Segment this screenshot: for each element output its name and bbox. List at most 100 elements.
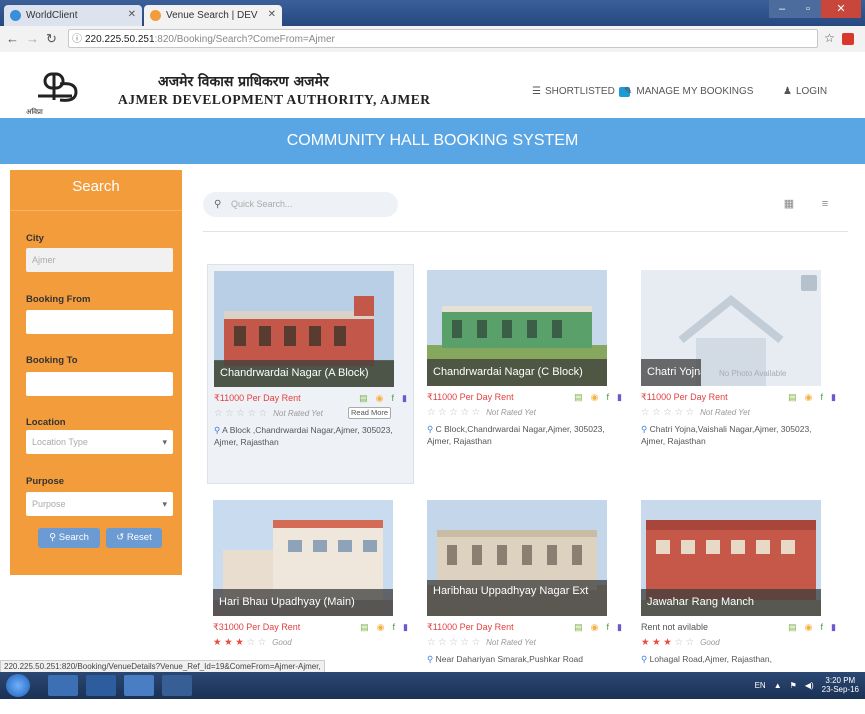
location-select[interactable]: Location Type [26,430,173,454]
ie-icon[interactable] [48,675,78,696]
bookmark-icon[interactable]: ▮ [617,392,622,403]
facebook-icon[interactable]: f [821,392,824,403]
rent-text: Rent not avilable [641,622,709,632]
read-more-tooltip: Read More [348,407,392,419]
venue-actions: ▤ ◉ f ▮ [788,392,836,403]
venue-name[interactable]: Chandrwardai Nagar (C Block) [427,359,607,386]
volume-icon[interactable]: ◀) [805,681,814,690]
system-tray: EN ▲ ⚑ ◀) 3:20 PM 23-Sep-16 [755,676,859,694]
explorer-icon[interactable] [86,675,116,696]
venue-address: ⚲ Chatri Yojna,Vaishali Nagar,Ajmer, 305… [641,423,836,447]
rent-text: ₹11000 Per Day Rent [214,393,301,403]
venue-photo[interactable]: No Photo Available Chatri Yojna [641,270,821,386]
venue-rating: ☆ ☆ ☆ ☆ ☆ Not Rated Yet [641,407,750,418]
booking-to-field[interactable] [26,372,173,396]
language-indicator[interactable]: EN [755,681,766,690]
grid-view-icon[interactable]: ▦ [778,194,800,214]
venue-name[interactable]: Hari Bhau Upadhyay (Main) [213,589,393,616]
venue-address: ⚲ Lohagal Road,Ajmer, Rajasthan, [641,653,836,665]
extension-icon[interactable] [842,33,854,45]
clock-date: 23-Sep-16 [821,685,859,694]
close-icon[interactable]: ✕ [128,9,136,20]
facebook-icon[interactable]: f [393,622,396,633]
shortlisted-link[interactable]: ☰ SHORTLISTED [532,86,630,97]
view-icon[interactable]: ◉ [377,622,385,633]
facebook-icon[interactable]: f [607,622,610,633]
venue-photo[interactable]: Chandrwardai Nagar (C Block) [427,270,607,386]
start-icon[interactable] [6,674,30,697]
view-icon[interactable]: ◉ [805,622,813,633]
city-field[interactable]: Ajmer [26,248,173,272]
forward-icon[interactable]: → [26,31,39,46]
venue-photo[interactable]: Hari Bhau Upadhyay (Main) [213,500,393,616]
minimize-icon[interactable]: ‒ [769,0,795,18]
bookmark-icon[interactable]: ▮ [617,622,622,633]
quick-search-placeholder: Quick Search... [231,199,293,209]
tab-worldclient[interactable]: WorldClient ✕ [4,5,142,26]
venue-photo[interactable]: Jawahar Rang Manch [641,500,821,616]
logo-caption: अविप्रा [26,109,43,116]
calendar-icon[interactable]: ▤ [788,622,797,633]
app-icon[interactable] [162,675,192,696]
calendar-icon[interactable]: ▤ [359,393,368,404]
venue-actions: ▤ ◉ f ▮ [574,622,622,633]
rent-text: ₹31000 Per Day Rent [213,622,301,632]
url-input[interactable]: ⓘ 220.225.50.251:820/Booking/Search?Come… [68,29,818,48]
bookmark-icon[interactable]: ▮ [402,393,407,404]
bookmark-star-icon[interactable]: ☆ [824,31,835,45]
bookmark-icon[interactable]: ▮ [403,622,408,633]
bookmark-icon[interactable]: ▮ [831,392,836,403]
close-icon[interactable]: ✕ [268,9,276,20]
quick-search-input[interactable]: ⚲ Quick Search... [203,192,398,217]
venue-card[interactable]: Chandrwardai Nagar (C Block) ₹11000 Per … [421,264,628,484]
map-pin-icon: ⚲ [427,654,434,664]
tab-venue-search[interactable]: Venue Search | DEV ✕ [144,5,282,26]
view-icon[interactable]: ◉ [591,622,599,633]
reload-icon[interactable]: ↻ [46,31,57,47]
venue-name[interactable]: Chandrwardai Nagar (A Block) [214,360,394,387]
chrome-icon[interactable] [124,675,154,696]
clock-time: 3:20 PM [825,676,856,685]
venue-photo[interactable]: Chandrwardai Nagar (A Block) [214,271,394,387]
close-window-icon[interactable]: ✕ [821,0,861,18]
venue-photo[interactable]: Haribhau Uppadhyay Nagar Ext [427,500,607,616]
address-text: Near Dahariyan Smarak,Pushkar Road [435,654,584,664]
facebook-icon[interactable]: f [392,393,395,404]
network-icon[interactable]: ▲ [774,681,782,690]
venue-rating: ☆ ☆ ☆ ☆ ☆ Not Rated Yet Read More [214,407,407,420]
manage-bookings-link[interactable]: ✎ MANAGE MY BOOKINGS [624,86,753,97]
view-icon[interactable]: ◉ [805,392,813,403]
brand-english: AJMER DEVELOPMENT AUTHORITY, AJMER [118,92,431,107]
view-icon[interactable]: ◉ [376,393,384,404]
calendar-icon[interactable]: ▤ [574,392,583,403]
venue-name[interactable]: Jawahar Rang Manch [641,589,821,616]
back-icon[interactable]: ← [6,31,19,46]
login-link[interactable]: ♟ LOGIN [783,86,827,97]
tab-label: Venue Search | DEV [166,10,258,21]
booking-from-label: Booking From [26,294,91,305]
calendar-icon[interactable]: ▤ [788,392,797,403]
venue-name[interactable]: Haribhau Uppadhyay Nagar Ext [427,580,607,616]
purpose-select[interactable]: Purpose [26,492,173,516]
venue-rent: ₹11000 Per Day Rent ▤ ◉ f ▮ [641,392,836,404]
view-icon[interactable]: ◉ [591,392,599,403]
list-view-icon[interactable]: ≡ [814,194,836,214]
maximize-icon[interactable]: ▫ [795,0,821,18]
venue-rating: ★ ★ ★ ☆ ☆ Good [213,637,292,648]
flag-icon[interactable]: ⚑ [790,681,797,690]
rent-text: ₹11000 Per Day Rent [641,392,728,402]
facebook-icon[interactable]: f [607,392,610,403]
venue-name[interactable]: Chatri Yojna [641,359,701,386]
booking-from-field[interactable] [26,310,173,334]
clock[interactable]: 3:20 PM 23-Sep-16 [822,676,859,694]
bookmark-icon[interactable]: ▮ [831,622,836,633]
venue-card[interactable]: No Photo Available Chatri Yojna ₹11000 P… [635,264,842,484]
reset-button[interactable]: ↺ Reset [106,528,162,548]
search-button[interactable]: ⚲ Search [38,528,100,548]
venue-card[interactable]: Chandrwardai Nagar (A Block) ₹11000 Per … [207,264,414,484]
location-label: Location [26,417,66,428]
calendar-icon[interactable]: ▤ [360,622,369,633]
calendar-icon[interactable]: ▤ [574,622,583,633]
facebook-icon[interactable]: f [821,622,824,633]
rent-text: ₹11000 Per Day Rent [427,622,514,632]
